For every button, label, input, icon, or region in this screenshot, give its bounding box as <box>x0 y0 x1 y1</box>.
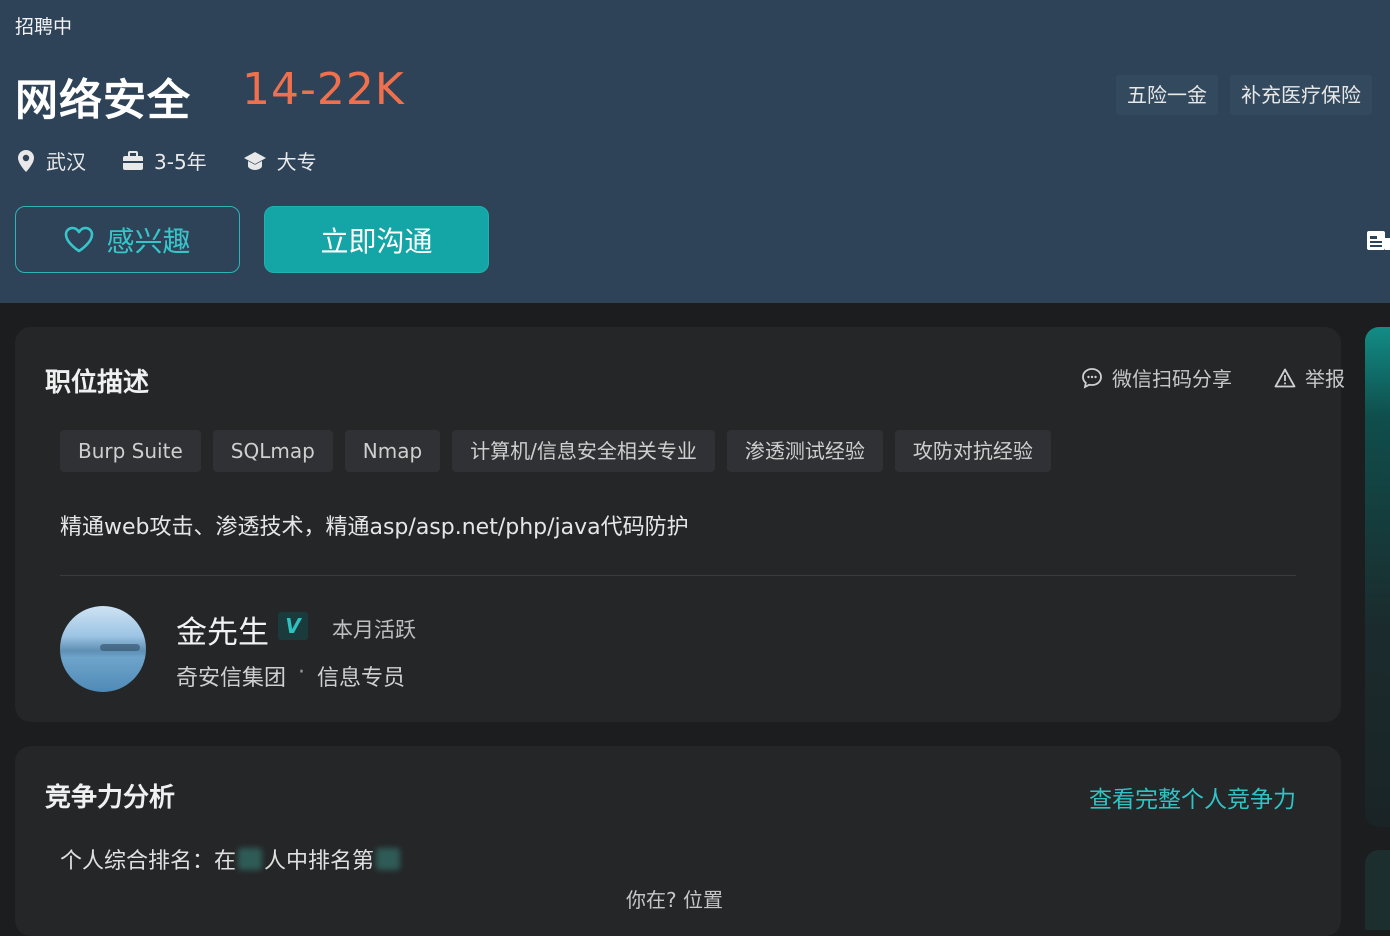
side-panel <box>1365 327 1390 827</box>
report-button[interactable]: 举报 <box>1274 363 1345 392</box>
recruiter-activity: 本月活跃 <box>332 618 416 642</box>
report-label: 举报 <box>1305 367 1345 391</box>
verified-badge-icon: V <box>278 612 308 640</box>
briefcase-icon <box>123 150 143 170</box>
wechat-share-button[interactable]: 微信扫码分享 <box>1081 363 1232 392</box>
salary: 14-22K <box>242 64 405 115</box>
recruiter-company-line: 奇安信集团 · 信息专员 <box>176 660 405 692</box>
recruiter-role: 信息专员 <box>317 666 406 691</box>
skill-tag: Burp Suite <box>60 430 201 472</box>
document-icon[interactable] <box>1366 228 1390 252</box>
job-description-text: 精通web攻击、渗透技术，精通asp/asp.net/php/java代码防护 <box>60 515 689 540</box>
meta-location: 武汉 <box>16 146 86 175</box>
section-title-competitiveness: 竞争力分析 <box>45 783 176 813</box>
separator-dot: · <box>298 660 306 685</box>
view-full-competitiveness-link[interactable]: 查看完整个人竞争力 <box>1089 780 1296 814</box>
description-actions: 微信扫码分享 举报 <box>1081 363 1345 392</box>
chat-now-label: 立即沟通 <box>320 224 433 258</box>
benefit-tag: 五险一金 <box>1116 75 1218 115</box>
meta-education: 大专 <box>243 146 317 175</box>
heart-icon <box>65 226 94 253</box>
location-pin-icon <box>18 149 34 172</box>
chat-now-button[interactable]: 立即沟通 <box>264 206 489 273</box>
rank-middle: 人中排名第 <box>264 849 375 874</box>
skill-tag: Nmap <box>344 430 441 472</box>
side-panel <box>1365 850 1390 930</box>
rank-line: 个人综合排名：在 人中排名第 <box>60 843 402 875</box>
graduation-cap-icon <box>243 151 266 170</box>
skill-tags: Burp Suite SQLmap Nmap 计算机/信息安全相关专业 渗透测试… <box>60 430 1051 472</box>
job-status: 招聘中 <box>15 16 73 38</box>
education-text: 大专 <box>276 150 317 174</box>
chat-bubble-icon <box>1082 367 1102 389</box>
skill-tag: SQLmap <box>212 430 333 472</box>
position-text: 你在? 位置 <box>626 888 723 912</box>
skill-tag: 渗透测试经验 <box>726 430 883 472</box>
meta-experience: 3-5年 <box>122 146 207 175</box>
recruiter-name: 金先生 <box>176 615 269 651</box>
wechat-share-label: 微信扫码分享 <box>1112 367 1232 391</box>
job-meta: 武汉 3-5年 大专 <box>16 146 317 175</box>
benefit-tag: 补充医疗保险 <box>1230 75 1372 115</box>
job-header: 招聘中 网络安全 14-22K 五险一金 补充医疗保险 武汉 3-5年 大专 感… <box>0 0 1390 303</box>
skill-tag: 攻防对抗经验 <box>894 430 1051 472</box>
skill-tag: 计算机/信息安全相关专业 <box>452 430 715 472</box>
job-title: 网络安全 <box>15 76 191 126</box>
benefit-tags: 五险一金 补充医疗保险 <box>1116 75 1372 115</box>
interest-button[interactable]: 感兴趣 <box>15 206 240 273</box>
location-text: 武汉 <box>46 150 86 174</box>
experience-text: 3-5年 <box>154 150 207 174</box>
rank-prefix: 个人综合排名：在 <box>60 849 237 874</box>
interest-label: 感兴趣 <box>106 224 191 258</box>
company-name: 奇安信集团 <box>176 666 287 691</box>
warning-icon <box>1274 368 1296 387</box>
divider <box>60 575 1296 576</box>
recruiter-avatar[interactable] <box>60 606 146 692</box>
section-title-description: 职位描述 <box>45 368 150 398</box>
blurred-count <box>238 848 263 870</box>
blurred-rank <box>376 848 401 870</box>
